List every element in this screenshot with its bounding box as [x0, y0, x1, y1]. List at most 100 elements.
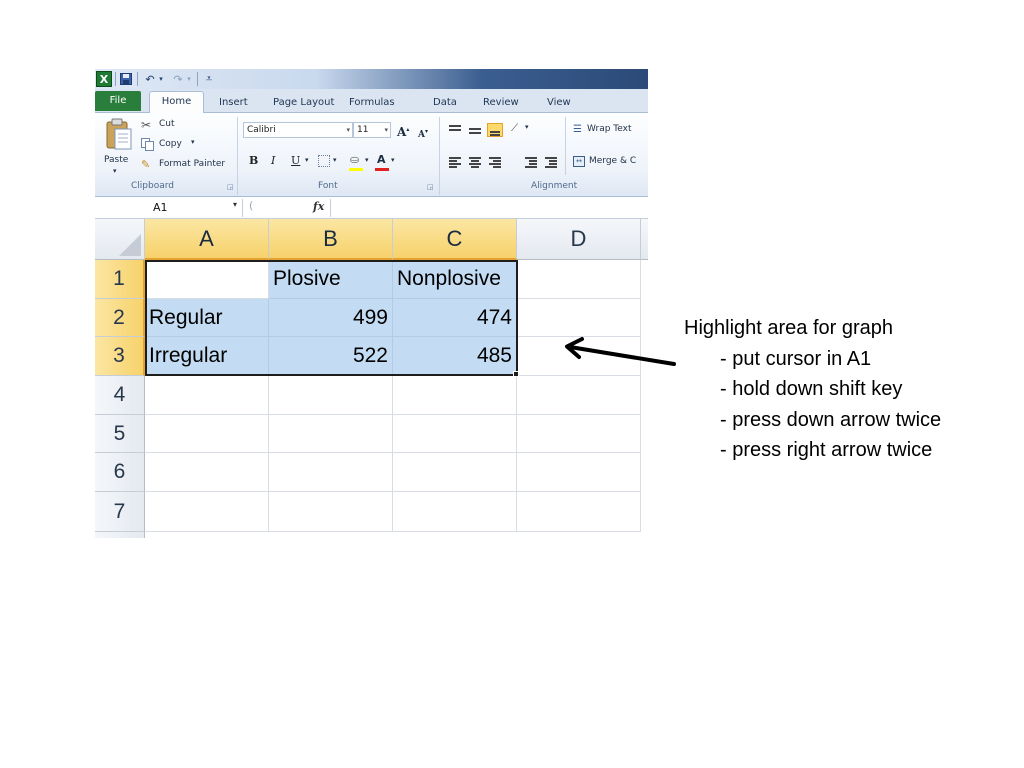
copy-button[interactable]: Copy ▾	[141, 138, 211, 152]
column-header-b[interactable]: B	[269, 219, 393, 260]
cell-c1[interactable]: Nonplosive	[393, 260, 517, 299]
tab-home[interactable]: Home	[149, 91, 204, 114]
font-color-dropdown-icon[interactable]: ▾	[391, 156, 395, 164]
decrease-indent-button[interactable]	[523, 155, 539, 169]
underline-button[interactable]: U	[291, 154, 300, 167]
orientation-icon[interactable]: ⟋	[511, 122, 518, 136]
cell-a2[interactable]: Regular	[145, 299, 269, 337]
shrink-font-icon[interactable]: A▾	[418, 125, 428, 142]
cell-c3[interactable]: 485	[393, 337, 517, 376]
align-middle-button[interactable]	[467, 123, 483, 137]
fill-color-swatch	[349, 168, 363, 171]
align-bottom-button[interactable]	[487, 123, 503, 137]
cell-c4[interactable]	[393, 376, 517, 415]
fill-dropdown-icon[interactable]: ▾	[365, 156, 369, 164]
format-painter-button[interactable]: ✎ Format Painter	[141, 158, 233, 172]
tab-page-layout[interactable]: Page Layout	[273, 93, 334, 113]
formula-input[interactable]	[330, 199, 648, 217]
cell-d2[interactable]	[517, 299, 641, 337]
borders-dropdown-icon[interactable]: ▾	[333, 156, 337, 164]
instruction-step: - put cursor in A1	[720, 347, 872, 370]
row-header-5[interactable]: 5	[95, 415, 145, 453]
cancel-entry-icon[interactable]: (	[249, 199, 253, 212]
cell-a5[interactable]	[145, 415, 269, 453]
increase-indent-button[interactable]	[543, 155, 559, 169]
cell-b5[interactable]	[269, 415, 393, 453]
cell-b4[interactable]	[269, 376, 393, 415]
cell-a4[interactable]	[145, 376, 269, 415]
cell-a7[interactable]	[145, 492, 269, 532]
spreadsheet-grid[interactable]: A B C D 1 2 3 4 5 6 7 Plosive Nonplosive…	[95, 219, 648, 538]
row-header-1[interactable]: 1	[95, 260, 145, 299]
cell-a3[interactable]: Irregular	[145, 337, 269, 376]
paste-button[interactable]: Paste ▾	[101, 117, 135, 177]
tab-formulas[interactable]: Formulas	[349, 93, 395, 113]
fill-handle[interactable]	[513, 371, 519, 377]
font-launcher-icon[interactable]: ◲	[427, 183, 434, 191]
row-header-2[interactable]: 2	[95, 299, 145, 337]
row-header-4[interactable]: 4	[95, 376, 145, 415]
column-header-e[interactable]	[641, 219, 648, 260]
column-header-c[interactable]: C	[393, 219, 517, 260]
wrap-text-icon: ☰	[573, 124, 582, 135]
cell-d7[interactable]	[517, 492, 641, 532]
font-color-icon[interactable]: A	[377, 153, 386, 166]
align-top-button[interactable]	[447, 123, 463, 137]
cell-c6[interactable]	[393, 453, 517, 492]
row-header-8[interactable]	[95, 532, 145, 538]
tab-view[interactable]: View	[547, 93, 571, 113]
underline-dropdown-icon[interactable]: ▾	[305, 156, 309, 164]
column-header-a[interactable]: A	[145, 219, 269, 260]
undo-dropdown-icon[interactable]: ▾	[157, 71, 165, 87]
cell-c7[interactable]	[393, 492, 517, 532]
align-left-button[interactable]	[447, 155, 463, 169]
tab-data[interactable]: Data	[433, 93, 457, 113]
font-name-combo[interactable]: Calibri ▾	[243, 122, 353, 138]
cell-c2[interactable]: 474	[393, 299, 517, 337]
align-right-button[interactable]	[487, 155, 503, 169]
column-header-d[interactable]: D	[517, 219, 641, 260]
cell-b1[interactable]: Plosive	[269, 260, 393, 299]
tab-insert[interactable]: Insert	[219, 93, 248, 113]
font-size-combo[interactable]: 11 ▾	[353, 122, 391, 138]
insert-function-icon[interactable]: fx	[313, 200, 324, 213]
cell-d1[interactable]	[517, 260, 641, 299]
fill-color-icon[interactable]: ⛀	[350, 153, 359, 167]
row-header-7[interactable]: 7	[95, 492, 145, 532]
grow-font-icon[interactable]: A▴	[397, 123, 409, 139]
excel-logo-icon: X	[96, 71, 112, 87]
borders-icon[interactable]	[318, 155, 330, 167]
cut-button[interactable]: ✂ Cut	[141, 118, 211, 132]
tab-file[interactable]: File	[95, 91, 141, 111]
cell-b7[interactable]	[269, 492, 393, 532]
row-header-3[interactable]: 3	[95, 337, 145, 376]
formula-bar: A1 ▾ ( fx	[95, 197, 648, 219]
row-header-6[interactable]: 6	[95, 453, 145, 492]
customize-quick-access-icon[interactable]: ⩡	[203, 71, 215, 87]
merge-center-button[interactable]: ↔ Merge & C	[573, 155, 648, 169]
orientation-dropdown-icon[interactable]: ▾	[525, 123, 529, 131]
redo-icon[interactable]: ↷	[171, 71, 185, 87]
italic-button[interactable]: I	[271, 154, 275, 167]
cell-a6[interactable]	[145, 453, 269, 492]
wrap-text-button[interactable]: ☰ Wrap Text	[573, 123, 648, 137]
cell-b2[interactable]: 499	[269, 299, 393, 337]
select-all-button[interactable]	[95, 219, 145, 260]
save-icon[interactable]	[119, 71, 133, 87]
clipboard-launcher-icon[interactable]: ◲	[227, 183, 234, 191]
align-center-button[interactable]	[467, 155, 483, 169]
cell-c5[interactable]	[393, 415, 517, 453]
tab-review[interactable]: Review	[483, 93, 519, 113]
instructions: Highlight area for graph - put cursor in…	[684, 313, 1014, 466]
cell-a1[interactable]	[145, 260, 269, 299]
redo-dropdown-icon[interactable]: ▾	[185, 71, 193, 87]
undo-icon[interactable]: ↶	[143, 71, 157, 87]
name-box[interactable]: A1	[95, 199, 243, 217]
cell-b3[interactable]: 522	[269, 337, 393, 376]
cell-d5[interactable]	[517, 415, 641, 453]
cell-b6[interactable]	[269, 453, 393, 492]
chevron-down-icon[interactable]: ▾	[233, 200, 237, 209]
cell-d4[interactable]	[517, 376, 641, 415]
cell-d6[interactable]	[517, 453, 641, 492]
bold-button[interactable]: B	[249, 154, 258, 167]
